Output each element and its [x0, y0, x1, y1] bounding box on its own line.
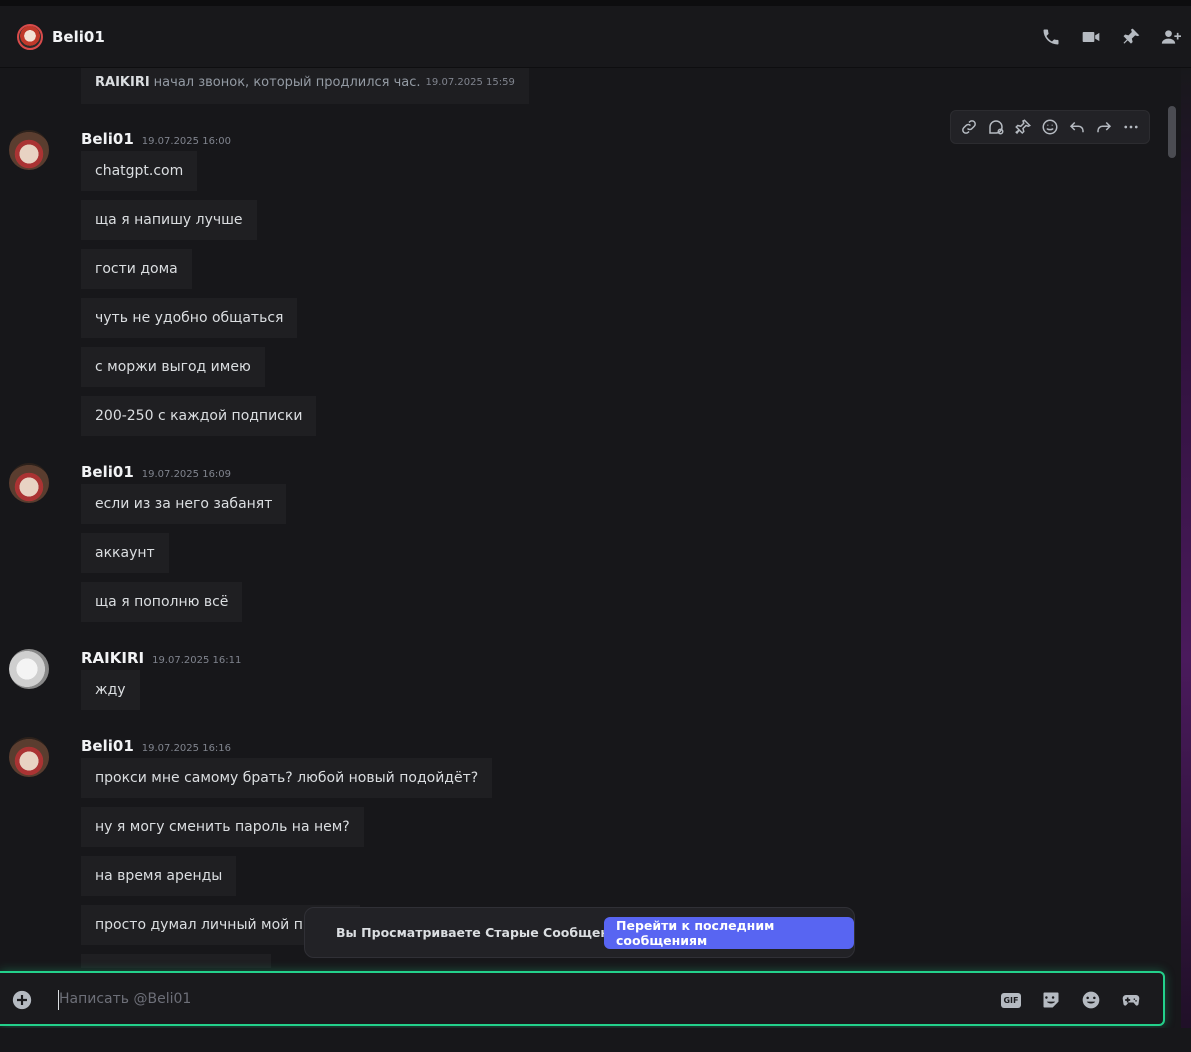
phone-call-icon[interactable] [1031, 17, 1071, 57]
message-timestamp: 19.07.2025 16:09 [141, 469, 232, 480]
message-composer[interactable]: Написать @Beli01 GIF [0, 971, 1165, 1026]
message-item[interactable]: ну я могу сменить пароль на нем? [81, 807, 364, 847]
video-call-icon[interactable] [1071, 17, 1111, 57]
avatar[interactable] [9, 463, 49, 503]
bottom-strip [0, 1028, 1191, 1052]
system-message-text: начал звонок, который продлился час. [153, 74, 421, 90]
message-input[interactable]: Написать @Beli01 [59, 991, 191, 1007]
attach-plus-icon[interactable] [12, 990, 32, 1010]
username[interactable]: Beli01 [81, 463, 134, 481]
gif-icon[interactable]: GIF [991, 980, 1031, 1020]
header-actions [1031, 6, 1191, 68]
message-item[interactable]: гости дома [81, 249, 192, 289]
message-timestamp: 19.07.2025 16:16 [141, 743, 232, 754]
username[interactable]: Beli01 [81, 737, 134, 755]
channel-header: Beli01 [0, 6, 1191, 68]
pin-icon[interactable] [1012, 116, 1034, 138]
message-item-cut-off[interactable] [81, 954, 271, 968]
old-messages-label: Вы Просматриваете Старые Сообщения [336, 925, 626, 940]
more-icon[interactable] [1120, 116, 1142, 138]
pin-icon[interactable] [1111, 17, 1151, 57]
message-item[interactable]: прокси мне самому брать? любой новый под… [81, 758, 493, 798]
add-reaction-icon[interactable] [1039, 116, 1061, 138]
forward-icon[interactable] [1093, 116, 1115, 138]
copy-link-icon[interactable] [958, 116, 980, 138]
message-item[interactable]: ща я напишу лучше [81, 200, 257, 240]
jump-to-present-button[interactable]: Перейти к последним сообщениям [604, 917, 854, 949]
activity-gamepad-icon[interactable] [1111, 980, 1151, 1020]
message-item[interactable]: чуть не удобно общаться [81, 298, 298, 338]
username[interactable]: RAIKIRI [81, 649, 144, 667]
message-list[interactable]: RAIKIRI начал звонок, который продлился … [0, 68, 1181, 968]
window-edge-glow [1181, 68, 1191, 1052]
message-item[interactable]: с моржи выгод имею [81, 347, 265, 387]
message-item[interactable]: если из за него забанят [81, 484, 287, 524]
reply-icon[interactable] [1066, 116, 1088, 138]
avatar[interactable] [9, 737, 49, 777]
system-message-user[interactable]: RAIKIRI [95, 75, 150, 90]
scrollbar-thumb[interactable] [1168, 106, 1176, 158]
username[interactable]: Beli01 [81, 130, 134, 148]
header-avatar[interactable] [17, 23, 43, 50]
composer-actions: GIF [991, 980, 1151, 1020]
message-item[interactable]: ща я пополню всё [81, 582, 243, 622]
message-item[interactable]: аккаунт [81, 533, 169, 573]
message-header: Beli01 19.07.2025 16:16 [81, 737, 231, 755]
mark-unread-icon[interactable] [985, 116, 1007, 138]
add-member-icon[interactable] [1151, 17, 1191, 57]
message-header: Beli01 19.07.2025 16:09 [81, 463, 231, 481]
message-item[interactable]: на время аренды [81, 856, 237, 896]
system-call-message: RAIKIRI начал звонок, который продлился … [81, 68, 529, 104]
avatar[interactable] [9, 130, 49, 170]
message-timestamp: 19.07.2025 16:00 [141, 136, 232, 147]
message-timestamp: 19.07.2025 16:11 [152, 655, 242, 666]
old-messages-bar: Вы Просматриваете Старые Сообщения Перей… [304, 907, 855, 958]
emoji-icon[interactable] [1071, 980, 1111, 1020]
header-title[interactable]: Beli01 [52, 28, 105, 46]
message-item[interactable]: 200-250 с каждой подписки [81, 396, 317, 436]
avatar[interactable] [9, 649, 49, 689]
message-header: RAIKIRI 19.07.2025 16:11 [81, 649, 241, 667]
message-item[interactable]: жду [81, 670, 140, 710]
message-item[interactable]: chatgpt.com [81, 151, 198, 191]
sticker-icon[interactable] [1031, 980, 1071, 1020]
system-message-time: 19.07.2025 15:59 [425, 76, 515, 88]
message-header: Beli01 19.07.2025 16:00 [81, 130, 231, 148]
message-hover-toolbar [950, 110, 1150, 144]
